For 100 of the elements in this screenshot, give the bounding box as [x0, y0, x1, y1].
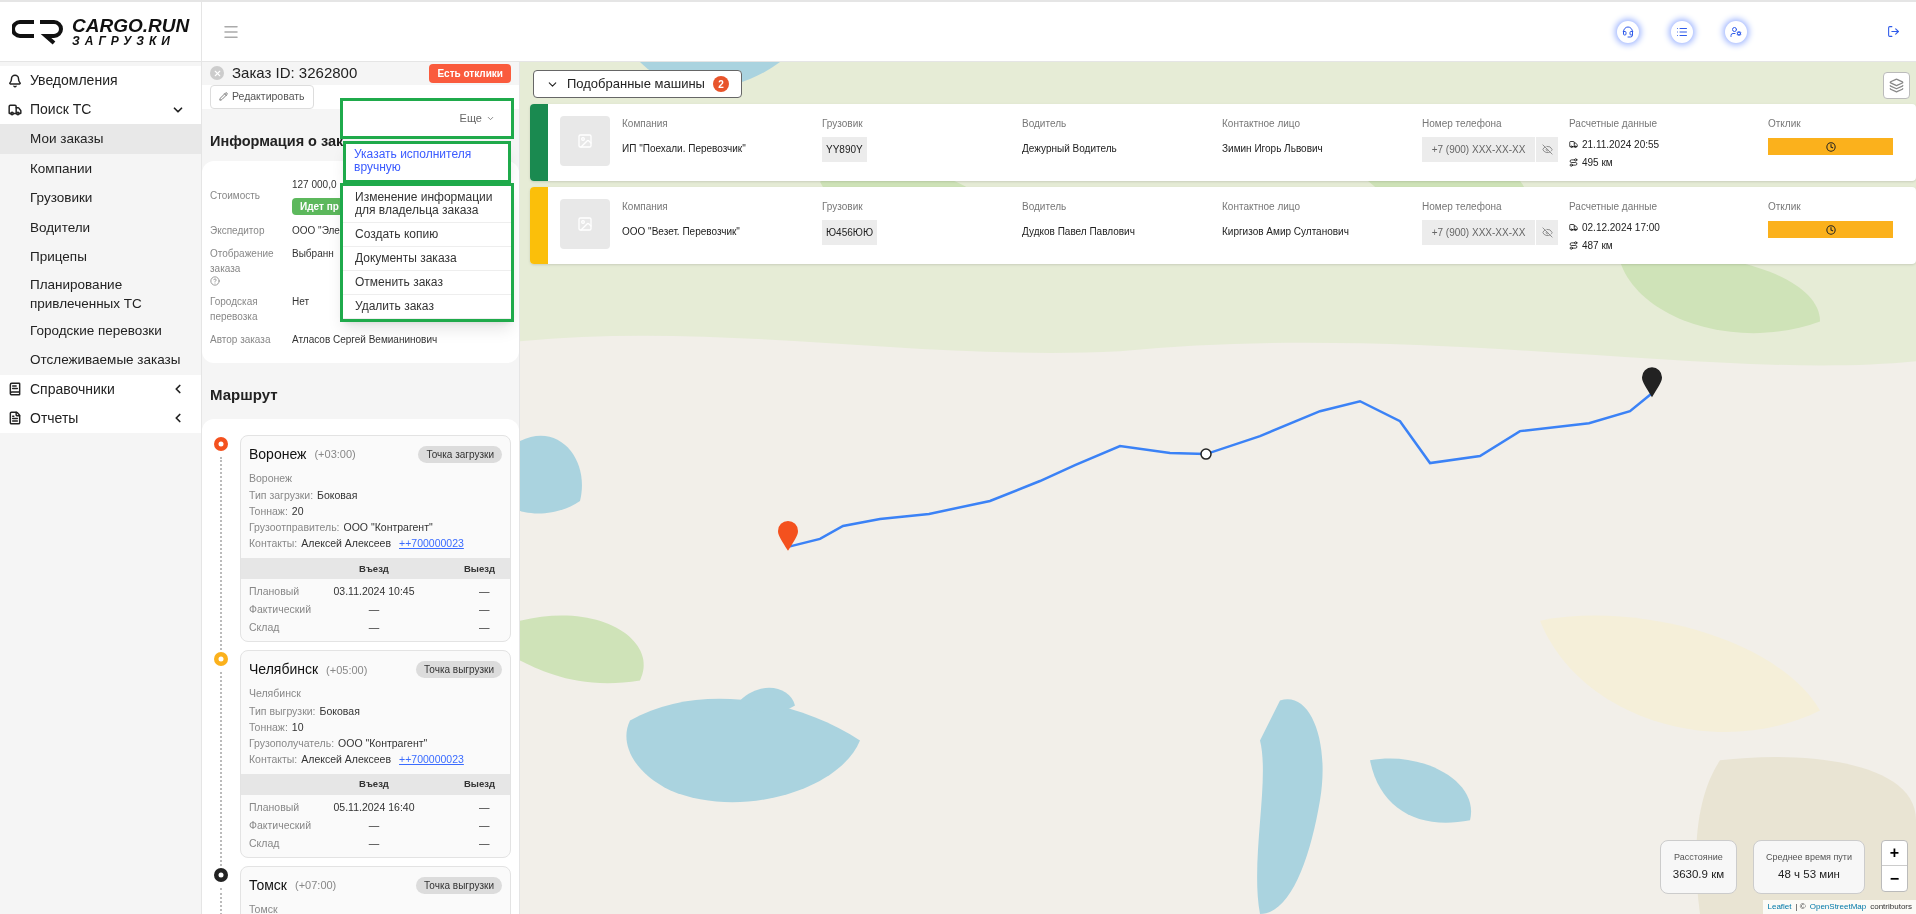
- column-label: Расчетные данные: [1569, 117, 1659, 131]
- menu-item[interactable]: Отменить заказ: [343, 271, 511, 295]
- logo-title: CARGO.RUN: [72, 16, 190, 35]
- distance-value: 487 км: [1582, 239, 1613, 253]
- menu-item[interactable]: Создать копию: [343, 223, 511, 247]
- column-label: Отклик: [1768, 200, 1802, 214]
- leaflet-link[interactable]: Leaflet: [1767, 901, 1792, 913]
- point-timezone: (+05:00): [326, 662, 369, 678]
- column-label: Грузовик: [822, 200, 864, 214]
- distance-value: 495 км: [1582, 156, 1613, 170]
- point-city: Воронеж: [249, 444, 307, 464]
- section-title: Информация о зак: [210, 132, 344, 149]
- zoom-in-button[interactable]: +: [1882, 841, 1907, 866]
- section-title: Маршрут: [210, 385, 278, 403]
- sidebar-item[interactable]: Уведомления: [0, 66, 201, 95]
- point-type-tag: Точка выгрузки: [416, 661, 502, 679]
- table-cell-text: —: [478, 584, 491, 600]
- layers-button[interactable]: [1883, 72, 1910, 99]
- column-header: Выезд: [463, 561, 496, 576]
- driver-name: Дежурный Водитель: [1022, 142, 1118, 156]
- column-label: Контактное лицо: [1222, 117, 1302, 131]
- phone-link[interactable]: ++700000023: [399, 536, 464, 551]
- table-cell-text: —: [367, 836, 381, 852]
- row-label: Склад: [249, 620, 281, 636]
- stat-value: 3630.9 км: [1672, 867, 1725, 883]
- responses-badge: Есть отклики: [429, 63, 511, 83]
- stat-value: 48 ч 53 мин: [1778, 867, 1840, 883]
- profile-settings-button[interactable]: [1725, 20, 1747, 43]
- hide-phone-button[interactable]: [1536, 137, 1558, 162]
- osm-link[interactable]: OpenStreetMap: [1809, 901, 1867, 913]
- sidebar-subitem[interactable]: Мои заказы: [0, 124, 201, 154]
- attribution-separator: | ©: [1795, 901, 1806, 913]
- point-timezone: (+07:00): [295, 878, 338, 894]
- sidebar-item-icon: [8, 382, 22, 396]
- truck-icon: [1569, 223, 1578, 232]
- pencil-icon: [219, 92, 228, 101]
- detail-value: Боковая: [317, 488, 358, 503]
- plate-number: Ю456ЮЮ: [822, 220, 877, 245]
- point-city: Томск: [249, 876, 287, 895]
- field-label: Отображение заказа: [210, 245, 292, 286]
- list-button[interactable]: [1671, 20, 1693, 43]
- more-button[interactable]: Еще: [459, 110, 495, 127]
- layers-icon: [1889, 78, 1904, 93]
- company-name: ИП "Поехали. Перевозчик": [622, 142, 747, 156]
- contact-name: Зимин Игорь Львович: [1222, 142, 1324, 156]
- menu-item[interactable]: Указать исполнителя вручную: [346, 144, 508, 180]
- column-label: Номер телефона: [1422, 200, 1503, 214]
- route-icon: [1569, 158, 1578, 167]
- column-label: Компания: [622, 200, 669, 214]
- detail-value: ООО "Контрагент": [343, 520, 433, 535]
- zoom-out-button[interactable]: −: [1882, 866, 1907, 891]
- point-address: Томск: [249, 902, 279, 914]
- list-icon: [1676, 25, 1688, 38]
- table-cell-text: —: [478, 836, 491, 852]
- field-value: ООО "Эле: [292, 223, 340, 238]
- column-label: Водитель: [1022, 117, 1068, 131]
- point-address: Воронеж: [249, 470, 294, 486]
- logo-icon: [12, 18, 64, 45]
- matched-trucks-button[interactable]: Подобранные машины 2: [533, 70, 742, 98]
- edit-button[interactable]: Редактировать: [210, 84, 314, 109]
- hide-phone-button[interactable]: [1536, 220, 1558, 245]
- table-cell-text: —: [478, 800, 491, 816]
- column-label: Компания: [622, 117, 669, 131]
- support-button[interactable]: [1617, 20, 1639, 43]
- phone-field: +7 (900) XXX-XX-XX: [1422, 137, 1535, 162]
- plate-number: YY890Y: [822, 137, 867, 162]
- menu-item[interactable]: Документы заказа: [343, 247, 511, 271]
- column-label: Отклик: [1768, 117, 1802, 131]
- caret-icon: [486, 114, 495, 123]
- table-cell-text: —: [367, 602, 381, 618]
- headset-icon: [1622, 25, 1634, 38]
- clock-icon: [1825, 224, 1836, 235]
- sidebar-item[interactable]: Поиск ТС: [0, 95, 201, 124]
- response-button[interactable]: [1768, 138, 1893, 155]
- row-label: Фактический: [249, 602, 313, 618]
- sidebar-item-icon: [8, 411, 22, 425]
- field-label: Автор заказа: [210, 332, 272, 347]
- eye-off-icon: [1541, 144, 1553, 155]
- menu-item[interactable]: Изменение информации для владельца заказа: [343, 186, 511, 223]
- table-cell-text: —: [478, 602, 491, 618]
- detail-label: Грузоотправитель:: [249, 520, 340, 535]
- table-cell-text: 03.11.2024 10:45: [332, 584, 416, 600]
- detail-label: Тоннаж:: [249, 504, 288, 519]
- close-button[interactable]: [210, 66, 224, 81]
- menu-item[interactable]: Удалить заказ: [343, 295, 511, 319]
- logout-button[interactable]: [1887, 25, 1900, 38]
- column-header: Въезд: [358, 561, 390, 576]
- response-button[interactable]: [1768, 221, 1893, 238]
- arrival-date: 21.11.2024 20:55: [1582, 138, 1660, 152]
- column-label: Расчетные данные: [1569, 200, 1659, 214]
- phone-link[interactable]: ++700000023: [399, 752, 464, 766]
- table-cell-text: —: [367, 818, 381, 834]
- contact-name: Киргизов Амир Султанович: [1222, 225, 1350, 239]
- row-label: Склад: [249, 836, 281, 852]
- field-label: Стоимость: [210, 189, 262, 203]
- row-label: Фактический: [249, 818, 313, 834]
- sidebar-item[interactable]: Справочники: [0, 374, 201, 404]
- truck-icon: [1569, 140, 1578, 149]
- sidebar-item-icon: [8, 102, 22, 117]
- sidebar-item[interactable]: Отчеты: [0, 403, 201, 433]
